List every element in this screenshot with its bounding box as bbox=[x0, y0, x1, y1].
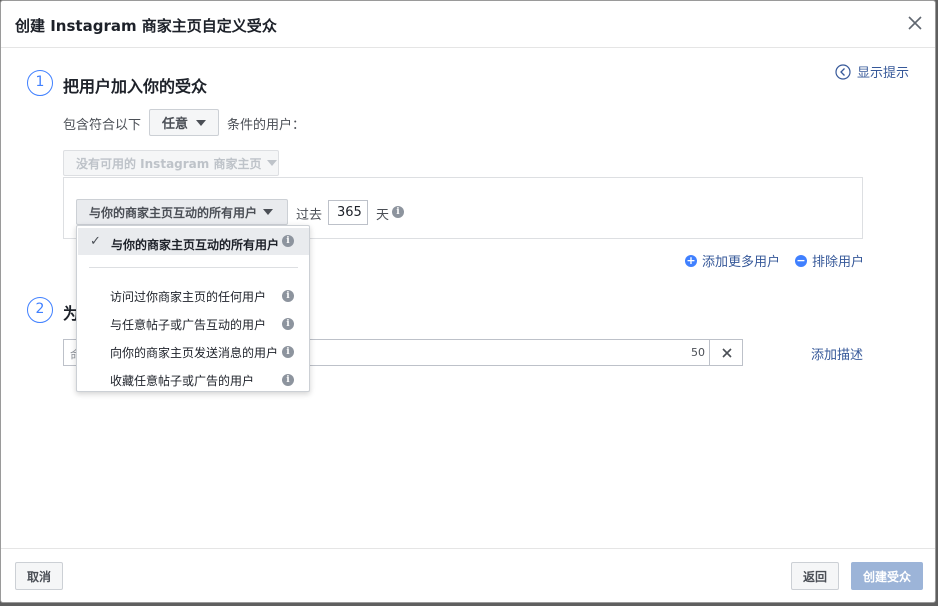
close-button[interactable] bbox=[905, 13, 925, 33]
step-2-number: 2 bbox=[27, 297, 53, 323]
exclude-people-label: 排除用户 bbox=[812, 255, 865, 270]
clear-name-button[interactable] bbox=[709, 339, 743, 366]
dialog-header: 创建 Instagram 商家主页自定义受众 bbox=[1, 1, 935, 48]
info-icon[interactable]: i bbox=[392, 206, 404, 218]
add-more-people-link[interactable]: + 添加更多用户 bbox=[685, 251, 780, 270]
show-tips-label: 显示提示 bbox=[857, 66, 910, 81]
show-tips-link[interactable]: 显示提示 bbox=[835, 62, 909, 81]
caret-down-icon bbox=[267, 160, 278, 166]
close-icon bbox=[908, 16, 922, 30]
exclude-people-link[interactable]: − 排除用户 bbox=[795, 251, 864, 270]
match-type-dropdown[interactable]: 任意 bbox=[149, 109, 219, 136]
cancel-button[interactable]: 取消 bbox=[15, 562, 63, 590]
menu-item-label: 访问过你商家主页的任何用户 bbox=[110, 290, 267, 304]
instagram-account-selector: 没有可用的 Instagram 商家主页 bbox=[63, 150, 279, 176]
engagement-type-value: 与你的商家主页互动的所有用户 bbox=[89, 205, 258, 220]
menu-item[interactable]: 与任意帖子或广告互动的用户 i bbox=[78, 311, 309, 333]
include-suffix-label: 条件的用户： bbox=[227, 118, 306, 133]
checkmark-icon: ✓ bbox=[90, 234, 101, 249]
menu-item-label: 收藏任意帖子或广告的用户 bbox=[110, 374, 255, 388]
create-audience-dialog: 创建 Instagram 商家主页自定义受众 显示提示 1 把用户加入你的受众 … bbox=[0, 0, 936, 603]
dialog-title: 创建 Instagram 商家主页自定义受众 bbox=[15, 17, 277, 35]
include-prefix-label: 包含符合以下 bbox=[63, 118, 142, 133]
instagram-account-value: 没有可用的 Instagram 商家主页 bbox=[76, 156, 262, 171]
step-1-title: 把用户加入你的受众 bbox=[63, 77, 208, 96]
menu-item[interactable]: 访问过你商家主页的任何用户 i bbox=[78, 283, 309, 305]
engagement-type-menu: ✓ 与你的商家主页互动的所有用户 i 访问过你商家主页的任何用户 i 与任意帖子… bbox=[76, 225, 310, 392]
minus-circle-icon: − bbox=[795, 253, 807, 267]
step-1-number: 1 bbox=[27, 70, 53, 96]
dialog-footer: 取消 返回 创建受众 bbox=[1, 548, 935, 602]
caret-down-icon bbox=[196, 119, 207, 126]
back-button[interactable]: 返回 bbox=[791, 562, 839, 590]
menu-item-label: 与任意帖子或广告互动的用户 bbox=[110, 318, 267, 332]
menu-item[interactable]: 收藏任意帖子或广告的用户 i bbox=[78, 367, 309, 389]
caret-down-icon bbox=[263, 209, 274, 215]
days-unit-label: 天 bbox=[376, 208, 390, 223]
info-icon[interactable]: i bbox=[282, 290, 294, 302]
name-char-count: 50 bbox=[691, 346, 705, 359]
plus-circle-icon: + bbox=[685, 253, 697, 267]
info-icon[interactable]: i bbox=[282, 318, 294, 330]
create-audience-button[interactable]: 创建受众 bbox=[851, 562, 923, 590]
engagement-type-dropdown[interactable]: 与你的商家主页互动的所有用户 bbox=[76, 199, 288, 225]
retention-days-input[interactable]: 365 bbox=[328, 200, 368, 225]
menu-item-label: 向你的商家主页发送消息的用户 bbox=[110, 346, 279, 360]
info-icon[interactable]: i bbox=[282, 235, 294, 247]
menu-item-selected[interactable]: ✓ 与你的商家主页互动的所有用户 i bbox=[78, 228, 309, 255]
menu-item-label: 与你的商家主页互动的所有用户 bbox=[111, 238, 280, 252]
past-label: 过去 bbox=[296, 208, 323, 223]
info-icon[interactable]: i bbox=[282, 346, 294, 358]
menu-item[interactable]: 向你的商家主页发送消息的用户 i bbox=[78, 339, 309, 361]
chevron-left-circle-icon bbox=[835, 63, 851, 80]
menu-divider bbox=[89, 267, 298, 268]
match-type-value: 任意 bbox=[162, 117, 189, 132]
close-icon bbox=[721, 347, 732, 358]
add-description-link[interactable]: 添加描述 bbox=[811, 344, 863, 363]
info-icon[interactable]: i bbox=[282, 374, 294, 386]
add-more-people-label: 添加更多用户 bbox=[702, 255, 781, 270]
